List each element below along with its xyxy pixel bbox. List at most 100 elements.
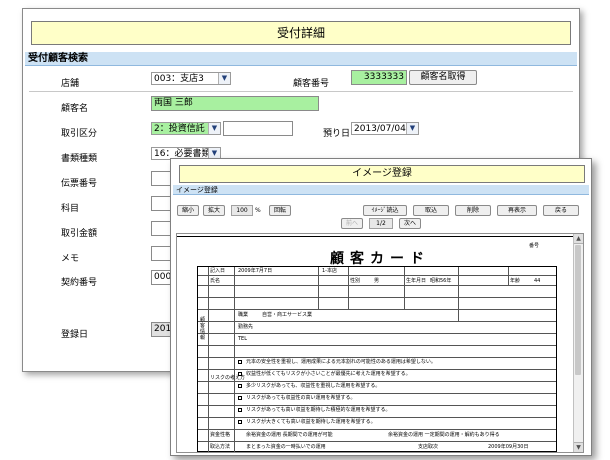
redisplay-button[interactable]: 再表示 [497,205,537,216]
document-scrollbar[interactable]: ▲ ▼ [573,234,583,452]
table-col-line [458,267,459,321]
checkbox [238,408,242,412]
next-page-button[interactable]: 次へ [399,218,421,229]
store-select[interactable]: 003：支店3 ▼ [151,72,231,85]
table-row-line [198,297,556,298]
cell-gender: 男 [374,278,380,284]
table-row-line [198,333,556,334]
table-row-line [198,405,556,406]
table-col-line [348,267,349,309]
zoom-in-button[interactable]: 拡大 [203,205,225,216]
table-col-line [234,267,235,452]
chevron-down-icon[interactable]: ▼ [218,73,230,84]
cell-age: 44 [534,278,541,284]
checkbox [238,372,242,376]
cell-entry-date-label: 記入日 [210,268,226,274]
table-row-line [198,393,556,394]
prev-page-button[interactable]: 前へ [341,218,363,229]
cell-bottom-date: 2009年09月30日 [488,444,529,450]
delete-button[interactable]: 削除 [455,205,491,216]
zoom-out-button[interactable]: 縮小 [177,205,199,216]
cell-occupation: 自営・商工サービス業 [262,312,313,318]
customer-name-input[interactable]: 両国 三郎 [151,96,319,111]
table-row-line [198,417,556,418]
chevron-down-icon[interactable]: ▼ [208,123,220,134]
contract-number-label: 契約番号 [61,278,98,288]
table-row-line [198,285,556,286]
store-label: 店舗 [61,79,80,89]
deposit-date-value: 2013/07/04 [354,124,406,134]
divider [29,91,573,92]
table-row-line [198,381,556,382]
cell-bottom-value: まとまった資金の一時払いでの運用 [246,444,326,450]
scroll-down-icon[interactable]: ▼ [574,442,583,452]
cell-risk-6: リスクが大きくても高い収益を期待した運用を希望する。 [246,419,376,425]
cell-entry-date: 2009年7月7日 [238,268,273,274]
customer-number-label: 顧客番号 [293,79,330,89]
document-viewer[interactable]: 番号 顧客カード 記入日 2009年7月7日 1-本店 氏名 性別 男 生年月日… [176,233,584,453]
rotate-button[interactable]: 回転 [269,205,291,216]
cell-company-label: 勤務先 [238,324,254,330]
deposit-date-select[interactable]: 2013/07/04 ▼ [351,122,419,135]
image-section-header: イメージ登録 [173,185,589,195]
cell-risk-4: リスクがあっても収益性の高い運用を希望する。 [246,395,356,401]
checkbox [238,396,242,400]
cell-name-label: 氏名 [210,278,221,284]
table-col-line [404,267,405,309]
cell-fund-2: 余裕資金の運用 一定期間の運用・解約もあり得る [388,432,500,438]
scroll-thumb[interactable] [575,245,581,375]
table-col-line [208,267,209,452]
cell-occupation-label: 職業 [238,312,249,318]
back-button[interactable]: 戻る [543,205,579,216]
customer-name-label: 顧客名 [61,104,89,114]
customer-number-input[interactable]: 3333333 [351,70,407,85]
checkbox [238,384,242,388]
cell-bottom-label: 取込方法 [210,444,231,450]
transaction-type-value: 2：投資信託 [154,124,205,134]
table-row-line [198,369,556,370]
deposit-date-label: 預り日 [323,129,351,139]
page-indicator: 1/2 [369,218,393,229]
table-row-line [198,321,556,322]
cell-age-label: 年齢 [510,278,521,284]
table-row-line [198,357,556,358]
transaction-type-label: 取引区分 [61,129,98,139]
transaction-type-select[interactable]: 2：投資信託 ▼ [151,122,221,135]
chevron-down-icon[interactable]: ▼ [406,123,418,134]
cell-fund-label: 資金性格 [210,432,231,438]
transaction-sub-input[interactable] [223,121,293,136]
page-title: 受付詳細 [31,21,571,45]
table-row-line [198,275,556,276]
table-col-line [318,267,319,309]
memo-label: メモ [61,254,80,264]
table-col-line [508,267,509,285]
zoom-level-field[interactable]: 100 [231,205,253,216]
checkbox [238,420,242,424]
document-type-label: 書類種類 [61,154,98,164]
cell-gender-label: 性別 [350,278,361,284]
cell-risk-1: 元本の安全性を重視し、運用成果による元本割れの可能性のある運用は希望しない。 [246,359,436,365]
cell-risk-5: リスクがあっても高い収益を期待した積極的な運用を希望する。 [246,407,391,413]
cell-branch-handling: 支店取次 [418,444,439,450]
scroll-up-icon[interactable]: ▲ [574,234,583,244]
cell-tel-label: TEL [238,336,247,342]
image-register-window: イメージ登録 イメージ登録 縮小 拡大 100 % 回転 ｲﾒｰｼﾞ読込 取込 … [170,158,592,456]
subject-label: 科目 [61,204,80,214]
checkbox [238,360,242,364]
doc-top-rule [177,236,583,237]
import-button[interactable]: 取込 [413,205,449,216]
cell-side-customer-info: 顧客情報 [200,317,206,341]
cell-birthdate-label: 生年月日 [406,278,427,284]
table-row-line [198,429,556,430]
amount-label: 取引金額 [61,229,98,239]
cell-risk-3: 多少リスクがあっても、収益性を重視した運用を希望する。 [246,383,381,389]
cell-branch: 1-本店 [322,268,337,274]
zoom-unit: % [255,207,261,214]
store-select-value: 003：支店3 [154,74,204,84]
table-row-line [198,309,556,310]
slip-number-label: 伝票番号 [61,179,98,189]
registration-date-label: 登録日 [61,330,89,340]
scan-image-button[interactable]: ｲﾒｰｼﾞ読込 [363,205,407,216]
document-heading: 顧客カード [330,251,430,267]
get-customer-name-button[interactable]: 顧客名取得 [409,70,477,85]
